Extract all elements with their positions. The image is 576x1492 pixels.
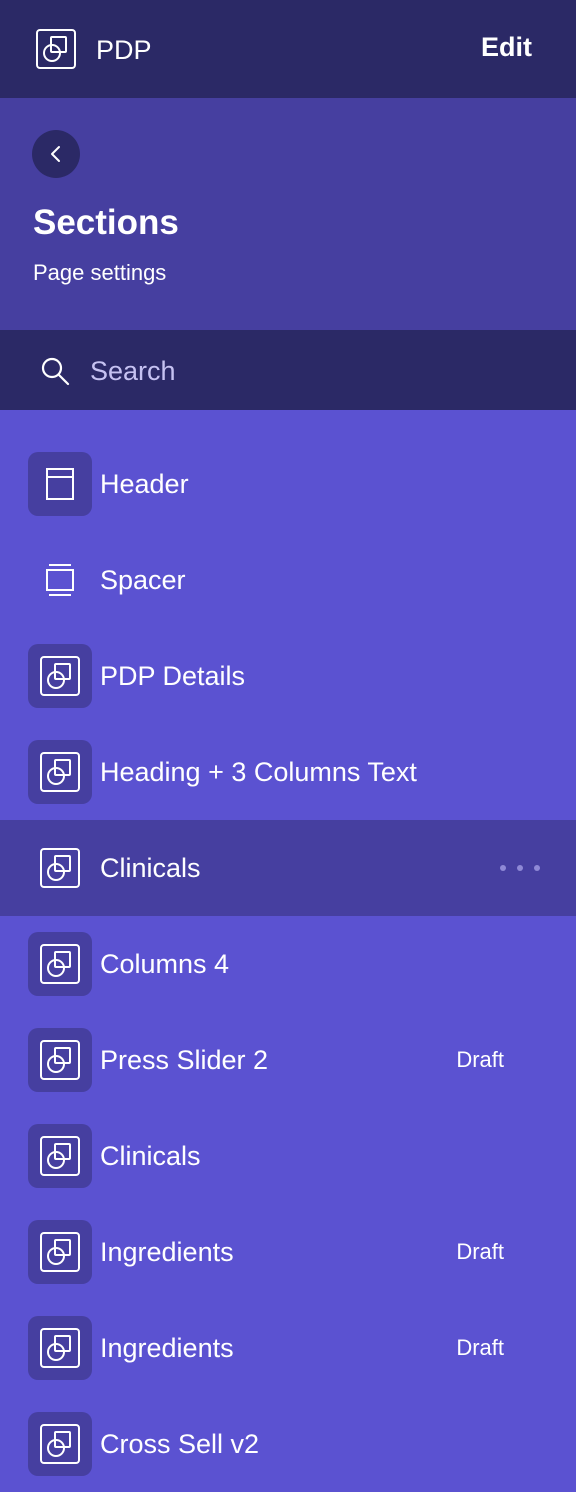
header-icon <box>28 452 92 516</box>
chevron-left-icon <box>51 146 60 162</box>
section-item[interactable]: Columns 4 <box>0 916 576 1012</box>
section-block-icon <box>28 1412 92 1476</box>
section-item-label: Cross Sell v2 <box>100 1429 260 1459</box>
section-block-icon <box>28 932 92 996</box>
section-item-label: Clinicals <box>100 1141 201 1171</box>
section-item[interactable]: Spacer <box>0 532 576 628</box>
section-block-icon <box>28 836 92 900</box>
section-item[interactable]: Header <box>0 436 576 532</box>
section-block-icon <box>28 1124 92 1188</box>
section-block-icon <box>28 740 92 804</box>
spacer-icon <box>28 548 92 612</box>
panel-header: Sections Page settings <box>0 98 576 330</box>
search-bar <box>0 330 576 410</box>
draft-badge: Draft <box>456 1239 504 1264</box>
draft-badge: Draft <box>456 1335 504 1360</box>
section-item-label: Heading + 3 Columns Text <box>100 757 417 787</box>
section-item-label: Ingredients <box>100 1333 234 1363</box>
section-block-icon <box>28 1220 92 1284</box>
section-item[interactable]: PDP Details <box>0 628 576 724</box>
section-item-label: Ingredients <box>100 1237 234 1267</box>
section-item[interactable]: Ingredients Draft <box>0 1300 576 1396</box>
section-item[interactable]: Cross Sell v2 <box>0 1396 576 1492</box>
section-item-label: Clinicals <box>100 853 201 883</box>
top-bar: PDP Edit <box>0 0 576 98</box>
section-block-icon <box>28 644 92 708</box>
section-block-icon <box>28 1028 92 1092</box>
panel-subtitle[interactable]: Page settings <box>33 258 166 288</box>
section-item[interactable]: Press Slider 2 Draft <box>0 1012 576 1108</box>
section-item-label: Header <box>100 469 189 499</box>
section-item[interactable]: Clinicals <box>0 820 576 916</box>
section-block-icon <box>36 29 76 69</box>
section-block-icon <box>28 1316 92 1380</box>
section-item-label: Columns 4 <box>100 949 230 979</box>
section-list: Header Spacer PDP Details Heading + 3 Colum… <box>0 410 576 1492</box>
page-title: PDP <box>96 35 152 65</box>
panel-heading: Sections <box>33 203 179 242</box>
section-item-label: Spacer <box>100 565 186 595</box>
back-button[interactable] <box>32 130 80 178</box>
draft-badge: Draft <box>456 1047 504 1072</box>
section-item[interactable]: Clinicals <box>0 1108 576 1204</box>
section-item[interactable]: Ingredients Draft <box>0 1204 576 1300</box>
section-item[interactable]: Heading + 3 Columns Text <box>0 724 576 820</box>
section-item-label: PDP Details <box>100 661 246 691</box>
section-item-label: Press Slider 2 <box>100 1045 269 1075</box>
edit-button[interactable]: Edit <box>481 31 532 63</box>
more-horizontal-icon[interactable] <box>500 853 540 883</box>
search-icon <box>41 357 70 386</box>
search-input[interactable] <box>88 350 532 392</box>
